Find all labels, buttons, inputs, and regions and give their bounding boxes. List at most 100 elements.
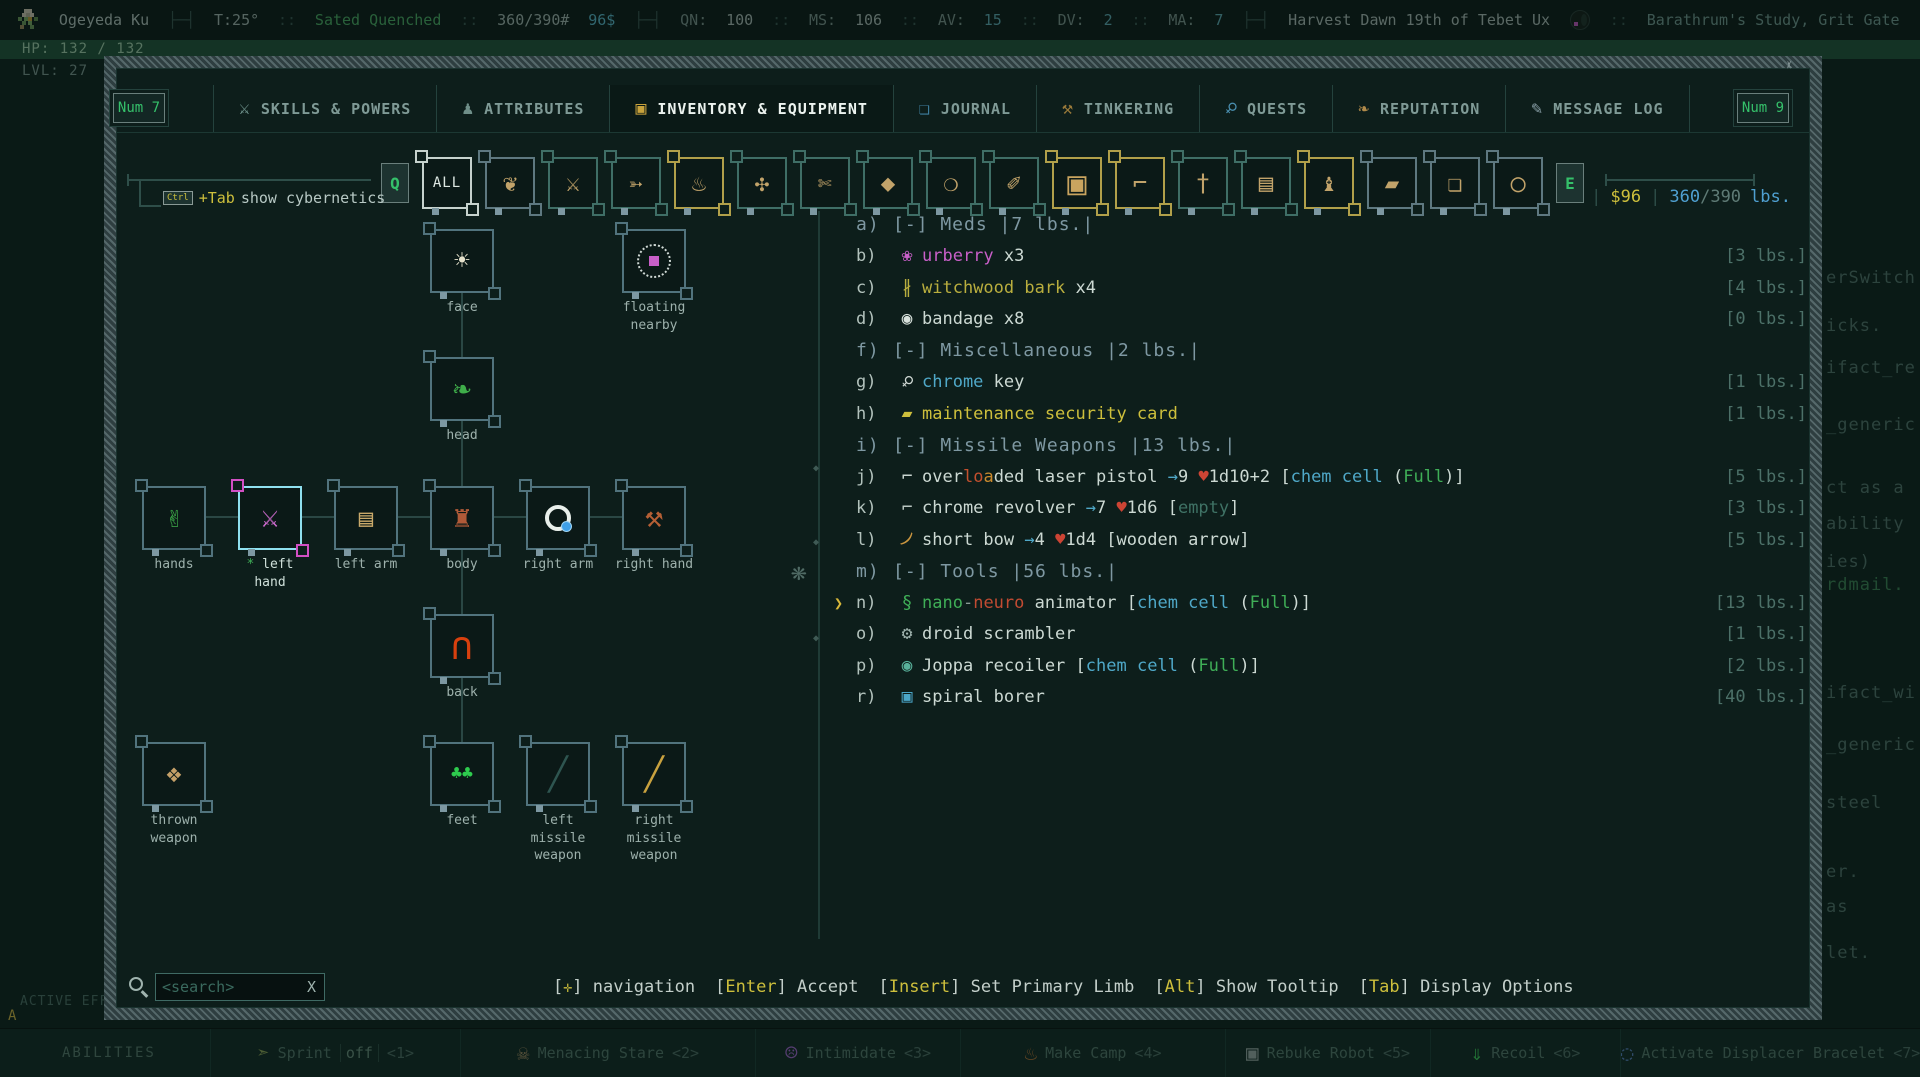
equip-slot-left-hand[interactable]: ⚔ [231, 479, 309, 557]
filter-tools[interactable]: ✐ [982, 150, 1046, 216]
inventory-row[interactable]: k) ⌐ chrome revolver →7 ♥1d6 [empty] [3 lbs… [832, 493, 1807, 525]
equip-slot-right-hand[interactable]: ⚒ [615, 479, 693, 557]
item-name-run: )] [1290, 592, 1312, 613]
equip-slot-back[interactable]: ∩ [423, 607, 501, 685]
filter-slots: ❦ ⚔ ➳ ♨ ✣ ✄ ◆ ❍ ✐ ▣ ⌐ † ▤ ♝ ▰ ❏ ◯ [478, 150, 1550, 216]
filter-pistols[interactable]: ⌐ [1108, 150, 1172, 216]
item-name-run: chrome [922, 372, 984, 393]
filter-tonics[interactable]: ✣ [730, 150, 794, 216]
tab-label: TINKERING [1083, 99, 1175, 118]
item-name-run: ♥ [1198, 466, 1209, 487]
tab-tinkering[interactable]: ⚒ TINKERING [1036, 85, 1199, 132]
missile-weapons-icon: ➳ [628, 169, 644, 197]
bracket: [ [553, 977, 564, 997]
num9-key-badge[interactable]: Num 9 [1737, 93, 1789, 123]
num7-key-badge[interactable]: Num 7 [113, 93, 165, 123]
inventory-row[interactable]: g) ♀ chrome key [1 lbs.] [832, 367, 1807, 399]
item-name-run: neuro [973, 592, 1025, 613]
item-name-run: 9 [1177, 466, 1199, 487]
equip-slot-left-arm[interactable]: ▤ [327, 479, 405, 557]
inventory-row[interactable]: r) ▣ spiral borer [40 lbs.] [832, 682, 1807, 714]
equip-slot-feet[interactable]: ♣♣ [423, 735, 501, 813]
inventory-section-header[interactable]: m) [-] Tools |56 lbs.| [832, 556, 1807, 588]
equip-slot-head[interactable]: ❧ [423, 350, 501, 428]
tab-message-log[interactable]: ✎ MESSAGE LOG [1505, 85, 1690, 132]
search-icon [129, 977, 143, 991]
inventory-row[interactable]: h) ▰ maintenance security card [1 lbs.] [832, 398, 1807, 430]
filter-scrolls[interactable]: ▰ [1360, 150, 1424, 216]
scroll-icon: ❧ [1358, 97, 1371, 119]
hint-label: Display Options [1409, 977, 1574, 997]
cybernetics-hint: Ctrl +Tab show cybernetics [163, 189, 385, 207]
item-letter: h) [856, 403, 877, 424]
filter-next-key[interactable]: E [1556, 163, 1584, 203]
inventory-section-header[interactable]: i) [-] Missile Weapons |13 lbs.| [832, 430, 1807, 462]
long-blades-icon: † [1195, 169, 1211, 197]
filter-all[interactable]: ALL [415, 150, 479, 216]
inventory-row[interactable]: j) ⌐ overloaded laser pistol →9 ♥1d10+2 [c… [832, 461, 1807, 493]
item-name: bandage x8 [922, 309, 1024, 329]
filter-trade-goods[interactable]: ◆ [856, 150, 920, 216]
inventory-row[interactable]: c) ∦ witchwood bark x4 [4 lbs.] [832, 272, 1807, 304]
item-name-run: [-] Miscellaneous |2 lbs.| [893, 340, 1201, 362]
inventory-section-header[interactable]: a) [-] Meds |7 lbs.| [832, 209, 1807, 241]
filter-melee-weapons[interactable]: ⚔ [541, 150, 605, 216]
tab-label: REPUTATION [1380, 99, 1481, 118]
equip-slot-body[interactable]: ♜ [423, 479, 501, 557]
item-name-run: [-] Meds |7 lbs.| [893, 214, 1095, 236]
tab-journal[interactable]: ❏ JOURNAL [892, 85, 1036, 132]
inventory-section-header[interactable]: f) [-] Miscellaneous |2 lbs.| [832, 335, 1807, 367]
security-card-icon: ▰ [901, 402, 913, 424]
equip-slot-floating-nearby[interactable] [615, 222, 693, 300]
filter-water-containers[interactable]: ♨ [667, 150, 731, 216]
filter-artifacts[interactable]: ♝ [1297, 150, 1361, 216]
bracket: [ [1154, 977, 1165, 997]
filter-all-label: ALL [432, 175, 462, 191]
filter-jewelry[interactable]: ◯ [1486, 150, 1550, 216]
equip-slot-left-missile-weapon[interactable]: ╱ [519, 735, 597, 813]
orbit-icon [637, 244, 671, 278]
filter-satchels[interactable]: ❏ [1423, 150, 1487, 216]
tab-quests[interactable]: ♀ QUESTS [1199, 85, 1332, 132]
item-name-run: spiral borer [922, 687, 1045, 708]
slot-notch [747, 208, 754, 215]
search-input[interactable] [156, 978, 305, 996]
inventory-row[interactable]: b) ❀ urberry x3 [3 lbs.] [832, 241, 1807, 273]
book-icon: ❏ [918, 97, 931, 119]
inventory-row[interactable]: o) ⚙ droid scrambler [1 lbs.] [832, 619, 1807, 651]
equip-slot-thrown-weapon[interactable]: ❖ [135, 735, 213, 813]
filter-rule-right [1605, 174, 1755, 186]
item-name-run: ♥ [1055, 529, 1066, 550]
filter-short-blades[interactable]: ✄ [793, 150, 857, 216]
filter-bags[interactable]: ▣ [1045, 150, 1109, 216]
filter-food[interactable]: ❍ [919, 150, 983, 216]
equip-slot-right-missile-weapon[interactable]: ╱ [615, 735, 693, 813]
hint-navigation: [✛] navigation [553, 977, 695, 997]
equip-slot-face[interactable]: ☀ [423, 222, 501, 300]
filter-armor[interactable]: ▤ [1234, 150, 1298, 216]
hint-label: navigation [582, 977, 696, 997]
item-name-run: → [1167, 466, 1178, 487]
inventory-row[interactable]: ❯ n) § nano-neuro animator [chem cell (Full… [832, 587, 1807, 619]
inventory-row[interactable]: p) ◉ Joppa recoiler [chem cell (Full)] [2 l… [832, 650, 1807, 682]
equip-slot-right-arm[interactable] [519, 479, 597, 557]
inventory-row[interactable]: d) ◉ bandage x8 [0 lbs.] [832, 304, 1807, 336]
item-letter: k) [856, 498, 877, 519]
filter-missile-weapons[interactable]: ➳ [604, 150, 668, 216]
item-name-run: [ [1167, 498, 1178, 519]
inventory-row[interactable]: l)) short bow →4 ♥1d4 [wooden arrow] [5 lb… [832, 524, 1807, 556]
bracket: ] [1399, 977, 1410, 997]
item-name-run: witchwood bark [922, 277, 1066, 298]
filter-corpses[interactable]: ❦ [478, 150, 542, 216]
slot-notch [558, 208, 565, 215]
search-clear-button[interactable]: X [305, 978, 324, 996]
bracket: ] [1195, 977, 1206, 997]
item-name-run: laser pistol [1024, 466, 1168, 487]
equip-slot-label: head [446, 428, 478, 443]
scrolls-icon: ▰ [1384, 169, 1400, 197]
equip-slot-hands[interactable]: ✌ [135, 479, 213, 557]
item-letter: a) [856, 214, 880, 236]
filter-long-blades[interactable]: † [1171, 150, 1235, 216]
tab-reputation[interactable]: ❧ REPUTATION [1332, 85, 1505, 132]
ctrl-key-icon: Ctrl [163, 190, 193, 206]
